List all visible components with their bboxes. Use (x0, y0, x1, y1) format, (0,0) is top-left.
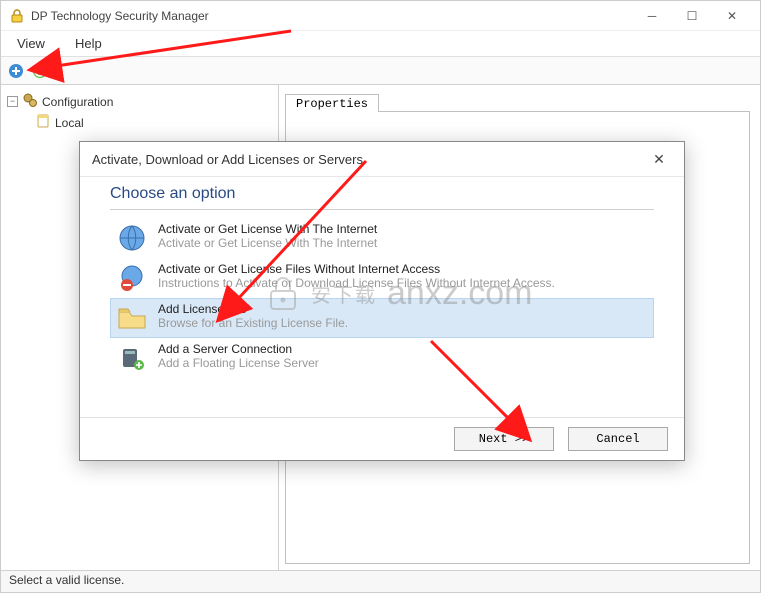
menu-bar: View Help (1, 31, 760, 57)
dialog-heading: Choose an option (110, 185, 654, 203)
tab-bar: Properties (285, 89, 750, 111)
title-bar: DP Technology Security Manager ─ ☐ ✕ (1, 1, 760, 31)
divider (110, 209, 654, 210)
dialog-body: Choose an option Activate or Get License… (80, 176, 684, 418)
tree-item-local[interactable]: Local (5, 112, 274, 133)
document-icon (35, 113, 51, 132)
option-title: Activate or Get License Files Without In… (158, 262, 555, 276)
option-activate-offline[interactable]: Activate or Get License Files Without In… (110, 258, 654, 298)
option-add-license-file[interactable]: Add License FileBrowse for an Existing L… (110, 298, 654, 338)
option-sub: Add a Floating License Server (158, 356, 319, 370)
gears-icon (22, 92, 38, 111)
option-title: Add License File (158, 302, 348, 316)
menu-view[interactable]: View (11, 34, 51, 53)
dialog-title-bar: Activate, Download or Add Licenses or Se… (80, 142, 684, 176)
license-dialog: Activate, Download or Add Licenses or Se… (79, 141, 685, 461)
minimize-button[interactable]: ─ (632, 2, 672, 30)
toolbar (1, 57, 760, 85)
menu-help[interactable]: Help (69, 34, 108, 53)
dialog-title: Activate, Download or Add Licenses or Se… (92, 152, 363, 167)
dialog-button-bar: Next >> Cancel (80, 418, 684, 460)
option-activate-internet[interactable]: Activate or Get License With The Interne… (110, 218, 654, 258)
cancel-button[interactable]: Cancel (568, 427, 668, 451)
maximize-button[interactable]: ☐ (672, 2, 712, 30)
option-title: Activate or Get License With The Interne… (158, 222, 377, 236)
status-bar: Select a valid license. (1, 570, 760, 592)
refresh-button[interactable] (29, 60, 51, 82)
tree-root-configuration[interactable]: − Configuration (5, 91, 274, 112)
dialog-close-button[interactable]: ✕ (646, 146, 672, 172)
server-icon (116, 342, 148, 374)
globe-blocked-icon (116, 262, 148, 294)
option-sub: Activate or Get License With The Interne… (158, 236, 377, 250)
add-button[interactable] (5, 60, 27, 82)
tree-root-label: Configuration (42, 95, 113, 109)
window-title: DP Technology Security Manager (31, 9, 632, 23)
option-sub: Browse for an Existing License File. (158, 316, 348, 330)
globe-icon (116, 222, 148, 254)
option-add-server[interactable]: Add a Server ConnectionAdd a Floating Li… (110, 338, 654, 378)
status-text: Select a valid license. (9, 573, 124, 587)
folder-icon (116, 302, 148, 334)
tab-properties[interactable]: Properties (285, 94, 379, 112)
option-sub: Instructions to Activate or Download Lic… (158, 276, 555, 290)
close-button[interactable]: ✕ (712, 2, 752, 30)
option-title: Add a Server Connection (158, 342, 319, 356)
lock-icon (9, 8, 25, 24)
collapse-icon[interactable]: − (7, 96, 18, 107)
next-button[interactable]: Next >> (454, 427, 554, 451)
tree-item-label: Local (55, 116, 84, 130)
